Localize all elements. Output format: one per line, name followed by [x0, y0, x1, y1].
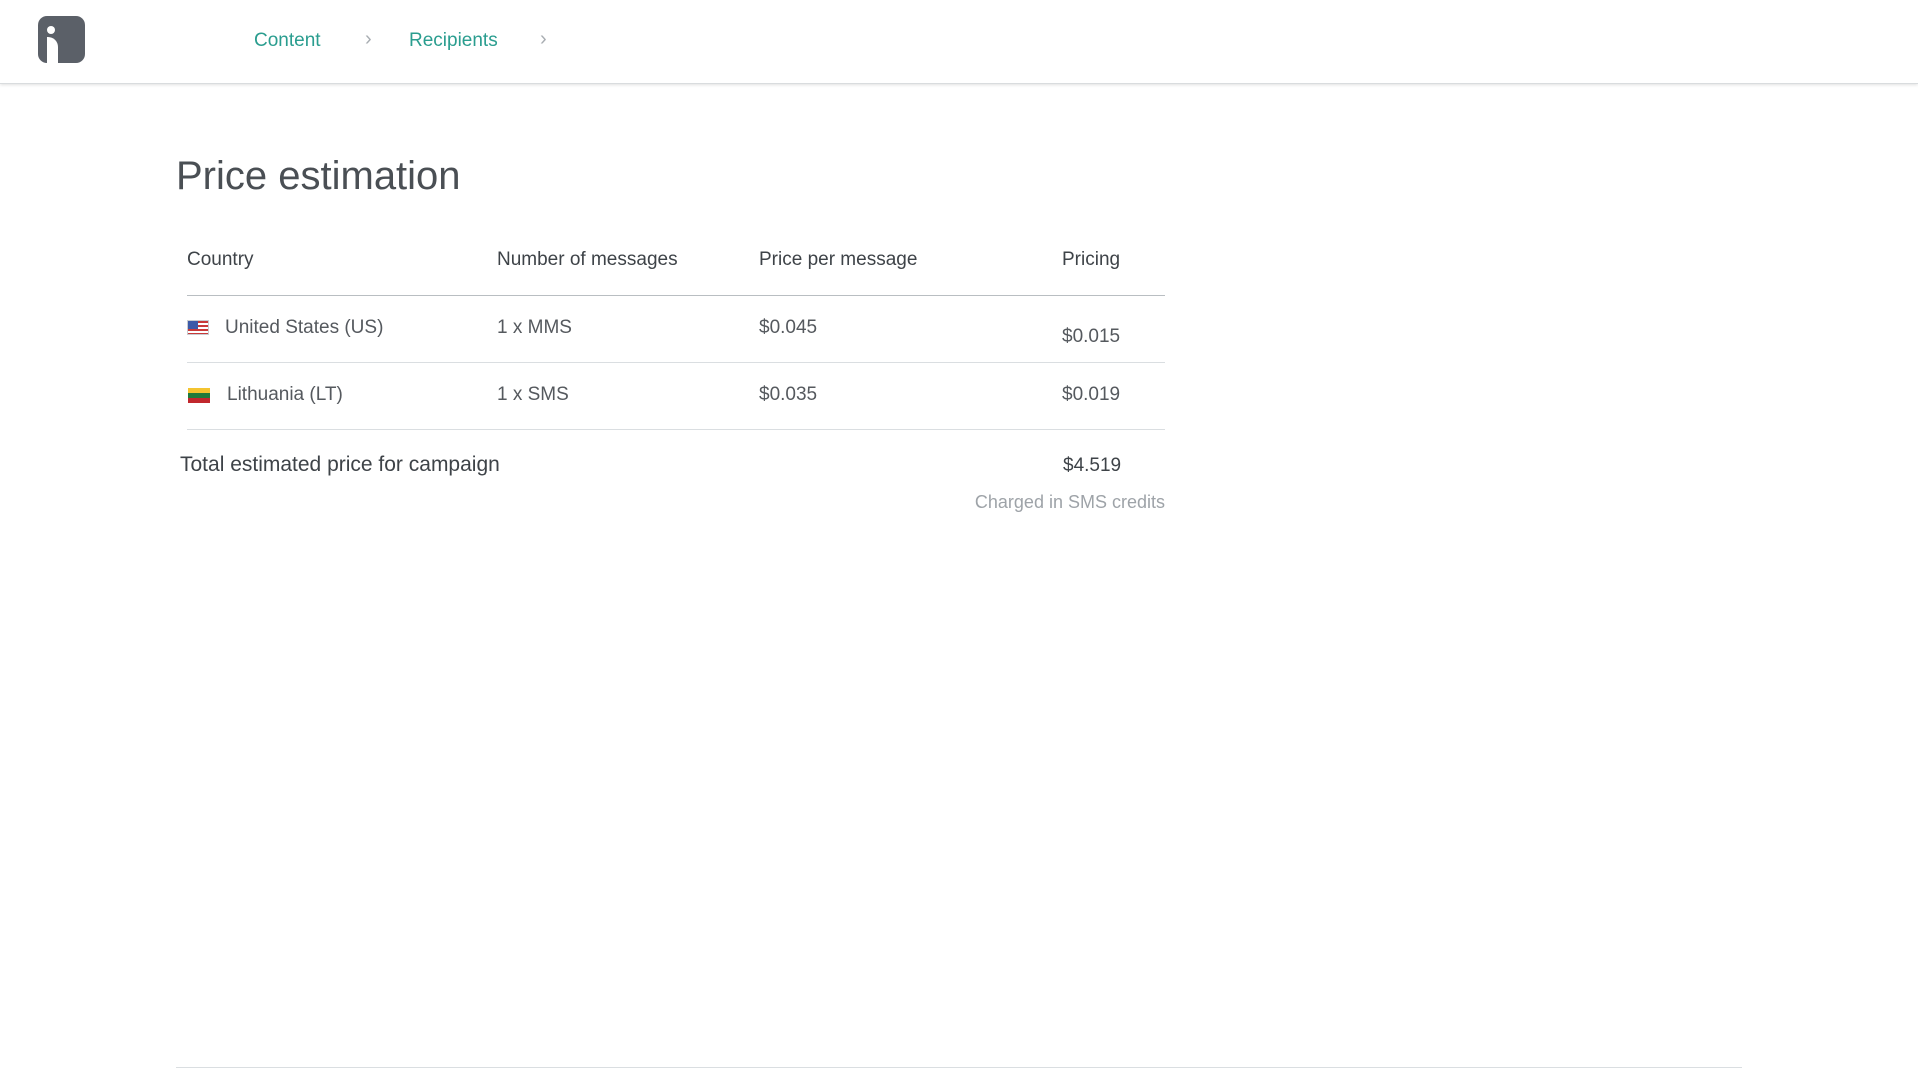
breadcrumb-recipients[interactable]: Recipients — [409, 30, 498, 52]
page-title: Price estimation — [176, 154, 461, 198]
charged-note: Charged in SMS credits — [974, 492, 1165, 512]
footer-divider — [176, 1067, 1742, 1068]
total-label: Total estimated price for campaign — [180, 453, 500, 476]
logo-dot — [47, 26, 55, 34]
messages-cell: 1 x MMS — [497, 317, 572, 338]
price-per-message-cell: $0.035 — [759, 384, 818, 405]
us-flag-icon — [187, 320, 209, 335]
top-navbar: Content › Recipients › — [0, 0, 1918, 84]
lt-flag-icon — [188, 388, 210, 403]
chevron-right-icon: › — [540, 28, 547, 50]
row-divider — [187, 362, 1165, 363]
country-cell: Lithuania (LT) — [227, 384, 343, 405]
header-messages: Number of messages — [497, 249, 678, 270]
breadcrumb-content[interactable]: Content — [254, 30, 321, 52]
pricing-cell: $0.019 — [1062, 384, 1121, 405]
price-per-message-cell: $0.045 — [759, 317, 818, 338]
header-pricing: Pricing — [1062, 249, 1121, 270]
header-price-per-message: Price per message — [759, 249, 918, 270]
total-value: $4.519 — [1063, 455, 1122, 476]
country-cell: United States (US) — [225, 317, 384, 338]
logo-stem — [47, 37, 58, 63]
messages-cell: 1 x SMS — [497, 384, 569, 405]
chevron-right-icon: › — [365, 28, 372, 50]
row-divider — [187, 429, 1165, 430]
pricing-cell: $0.015 — [1062, 326, 1121, 347]
header-divider — [187, 295, 1165, 296]
brand-logo-icon[interactable] — [38, 16, 85, 63]
header-country: Country — [187, 249, 254, 270]
